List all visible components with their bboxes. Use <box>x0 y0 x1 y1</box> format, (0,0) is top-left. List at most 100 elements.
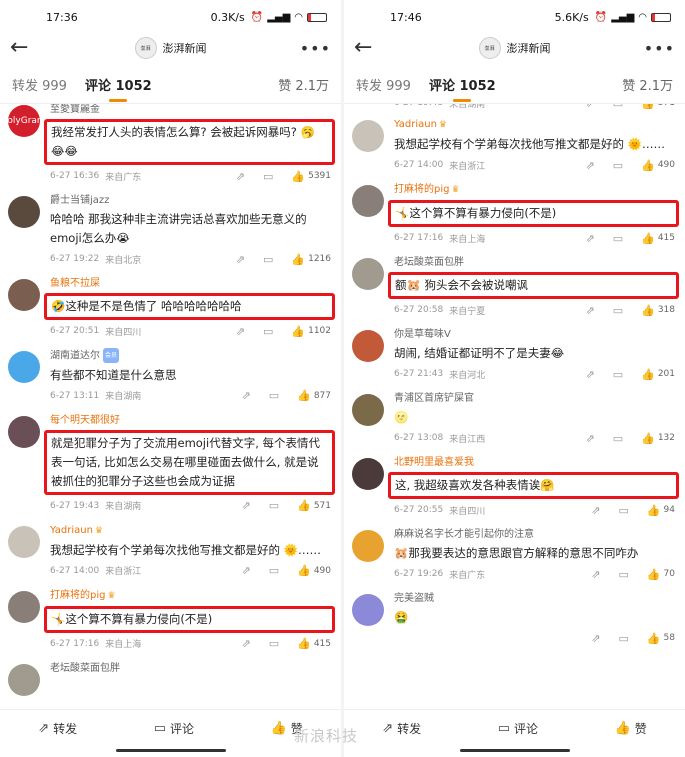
comment-like-button[interactable]: 👍 58 <box>647 632 675 645</box>
share-icon[interactable]: ⇗ <box>591 504 600 517</box>
reply-icon[interactable]: ▭ <box>263 253 273 266</box>
reply-icon[interactable]: ▭ <box>613 304 623 317</box>
share-icon[interactable]: ⇗ <box>585 304 594 317</box>
avatar[interactable] <box>8 590 40 623</box>
avatar[interactable] <box>8 415 40 448</box>
share-icon[interactable]: ⇗ <box>591 568 600 581</box>
comment-like-button[interactable]: 👍 132 <box>641 432 675 445</box>
reply-icon[interactable]: ▭ <box>618 504 628 517</box>
avatar[interactable] <box>352 330 384 362</box>
reply-icon[interactable]: ▭ <box>263 170 273 183</box>
comment-button[interactable]: ▭ 评论 <box>498 720 538 737</box>
comment-username[interactable]: 每个明天都很好 <box>50 413 331 428</box>
reply-icon[interactable]: ▭ <box>618 568 628 581</box>
avatar[interactable] <box>352 185 384 217</box>
tab-comments[interactable]: 评论 1052 <box>85 75 152 94</box>
comment-username[interactable]: 老坛酸菜面包胖 <box>394 255 675 270</box>
share-icon[interactable]: ⇗ <box>241 637 250 650</box>
comment-username[interactable]: 打麻将的pig ♛ <box>394 182 675 198</box>
comment-username[interactable]: 北野明里最喜爱我 <box>394 455 675 470</box>
comment-like-button[interactable]: 👍 94 <box>647 504 675 517</box>
comment-username[interactable]: 湖南道达尔 会员 <box>50 348 331 364</box>
avatar[interactable]: PolyGram <box>8 105 40 137</box>
comment-like-button[interactable]: 👍 318 <box>641 304 675 317</box>
share-icon[interactable]: ⇗ <box>585 432 594 445</box>
avatar[interactable] <box>352 530 384 562</box>
avatar[interactable] <box>8 663 40 696</box>
share-icon[interactable]: ⇗ <box>585 368 594 381</box>
repost-button[interactable]: ⇗ 转发 <box>382 720 421 737</box>
reply-icon[interactable]: ▭ <box>613 232 623 245</box>
comment-username[interactable]: 麻麻说名字长才能引起你的注意 <box>394 527 675 542</box>
comment-username[interactable]: Yadriaun ♛ <box>50 523 331 539</box>
share-icon[interactable]: ⇗ <box>236 253 245 266</box>
share-icon[interactable]: ⇗ <box>241 499 250 512</box>
comment-username[interactable]: 青浦区首席铲屎官 <box>394 391 675 406</box>
comment-like-button[interactable]: 👍 70 <box>647 568 675 581</box>
avatar[interactable] <box>8 351 40 383</box>
comment-button[interactable]: ▭ 评论 <box>154 720 194 737</box>
reply-icon[interactable]: ▭ <box>613 104 623 110</box>
share-icon[interactable]: ⇗ <box>241 389 250 402</box>
publisher-name[interactable]: 澎湃新闻 <box>163 40 207 56</box>
reply-icon[interactable]: ▭ <box>269 499 279 512</box>
more-options-icon[interactable]: ••• <box>300 39 331 58</box>
tab-comments[interactable]: 评论 1052 <box>429 75 496 94</box>
share-icon[interactable]: ⇗ <box>585 159 594 172</box>
comment-username[interactable]: 至愛寶麗金 <box>50 104 331 117</box>
tab-likes[interactable]: 赞 2.1万 <box>622 75 673 94</box>
comment-like-button[interactable]: 👍 1216 <box>291 253 331 266</box>
comment-feed[interactable]: PolyGram 至愛寶麗金我经常发打人头的表情怎么算? 会被起诉网暴吗? 🥱😂😂… <box>0 104 341 709</box>
reply-icon[interactable]: ▭ <box>263 325 273 338</box>
avatar[interactable] <box>8 525 40 558</box>
comment-like-button[interactable]: 👍 5391 <box>291 170 331 183</box>
comment-like-button[interactable]: 👍 490 <box>641 159 675 172</box>
share-icon[interactable]: ⇗ <box>591 632 600 645</box>
reply-icon[interactable]: ▭ <box>269 637 279 650</box>
share-icon[interactable]: ⇗ <box>585 232 594 245</box>
more-options-icon[interactable]: ••• <box>644 39 675 58</box>
avatar[interactable] <box>8 196 40 228</box>
comment-like-button[interactable]: 👍 415 <box>641 232 675 245</box>
tab-repost[interactable]: 转发 999 <box>12 75 67 94</box>
comment-like-button[interactable]: 👍 415 <box>297 637 331 650</box>
share-icon[interactable]: ⇗ <box>241 564 250 577</box>
reply-icon[interactable]: ▭ <box>613 159 623 172</box>
avatar[interactable] <box>8 279 40 311</box>
comment-like-button[interactable]: 👍571 <box>641 104 675 110</box>
reply-icon[interactable]: ▭ <box>613 368 623 381</box>
comment-like-button[interactable]: 👍 877 <box>297 389 331 402</box>
publisher-logo[interactable]: 澎湃 <box>134 37 157 59</box>
avatar[interactable] <box>352 258 384 290</box>
comment-like-button[interactable]: 👍 1102 <box>291 325 331 338</box>
tab-repost[interactable]: 转发 999 <box>356 75 411 94</box>
reply-icon[interactable]: ▭ <box>269 389 279 402</box>
repost-button[interactable]: ⇗ 转发 <box>38 720 77 737</box>
reply-icon[interactable]: ▭ <box>613 432 623 445</box>
share-icon[interactable]: ⇗ <box>236 170 245 183</box>
comment-like-button[interactable]: 👍571 <box>297 499 331 512</box>
avatar[interactable] <box>352 394 384 426</box>
back-arrow-icon[interactable]: ← <box>10 37 40 59</box>
avatar[interactable] <box>352 120 384 152</box>
reply-icon[interactable]: ▭ <box>269 564 279 577</box>
comment-feed[interactable]: 6-27 19:43来自湖南⇗▭👍571Yadriaun♛我想起学校有个学弟每次… <box>344 104 685 709</box>
share-icon[interactable]: ⇗ <box>585 104 594 110</box>
like-button[interactable]: 👍 赞 <box>615 720 647 737</box>
comment-username[interactable]: 打麻将的pig ♛ <box>50 588 331 604</box>
share-icon[interactable]: ⇗ <box>236 325 245 338</box>
comment-username[interactable]: 爵士当铺jazz <box>50 193 331 208</box>
reply-icon[interactable]: ▭ <box>618 632 628 645</box>
comment-like-button[interactable]: 👍 490 <box>297 564 331 577</box>
comment-like-button[interactable]: 👍 201 <box>641 368 675 381</box>
comment-username[interactable]: 你是草莓味V <box>394 327 675 342</box>
comment-username[interactable]: 鱼粮不拉屎 <box>50 276 331 291</box>
publisher-logo[interactable]: 澎湃 <box>478 37 501 59</box>
comment-username[interactable]: 老坛酸菜面包胖 <box>50 661 331 676</box>
comment-username[interactable]: 完美盗贼 <box>394 591 675 606</box>
comment-username[interactable]: Yadriaun ♛ <box>394 117 675 133</box>
tab-likes[interactable]: 赞 2.1万 <box>278 75 329 94</box>
avatar[interactable] <box>352 594 384 626</box>
avatar[interactable] <box>352 458 384 490</box>
publisher-name[interactable]: 澎湃新闻 <box>507 40 551 56</box>
